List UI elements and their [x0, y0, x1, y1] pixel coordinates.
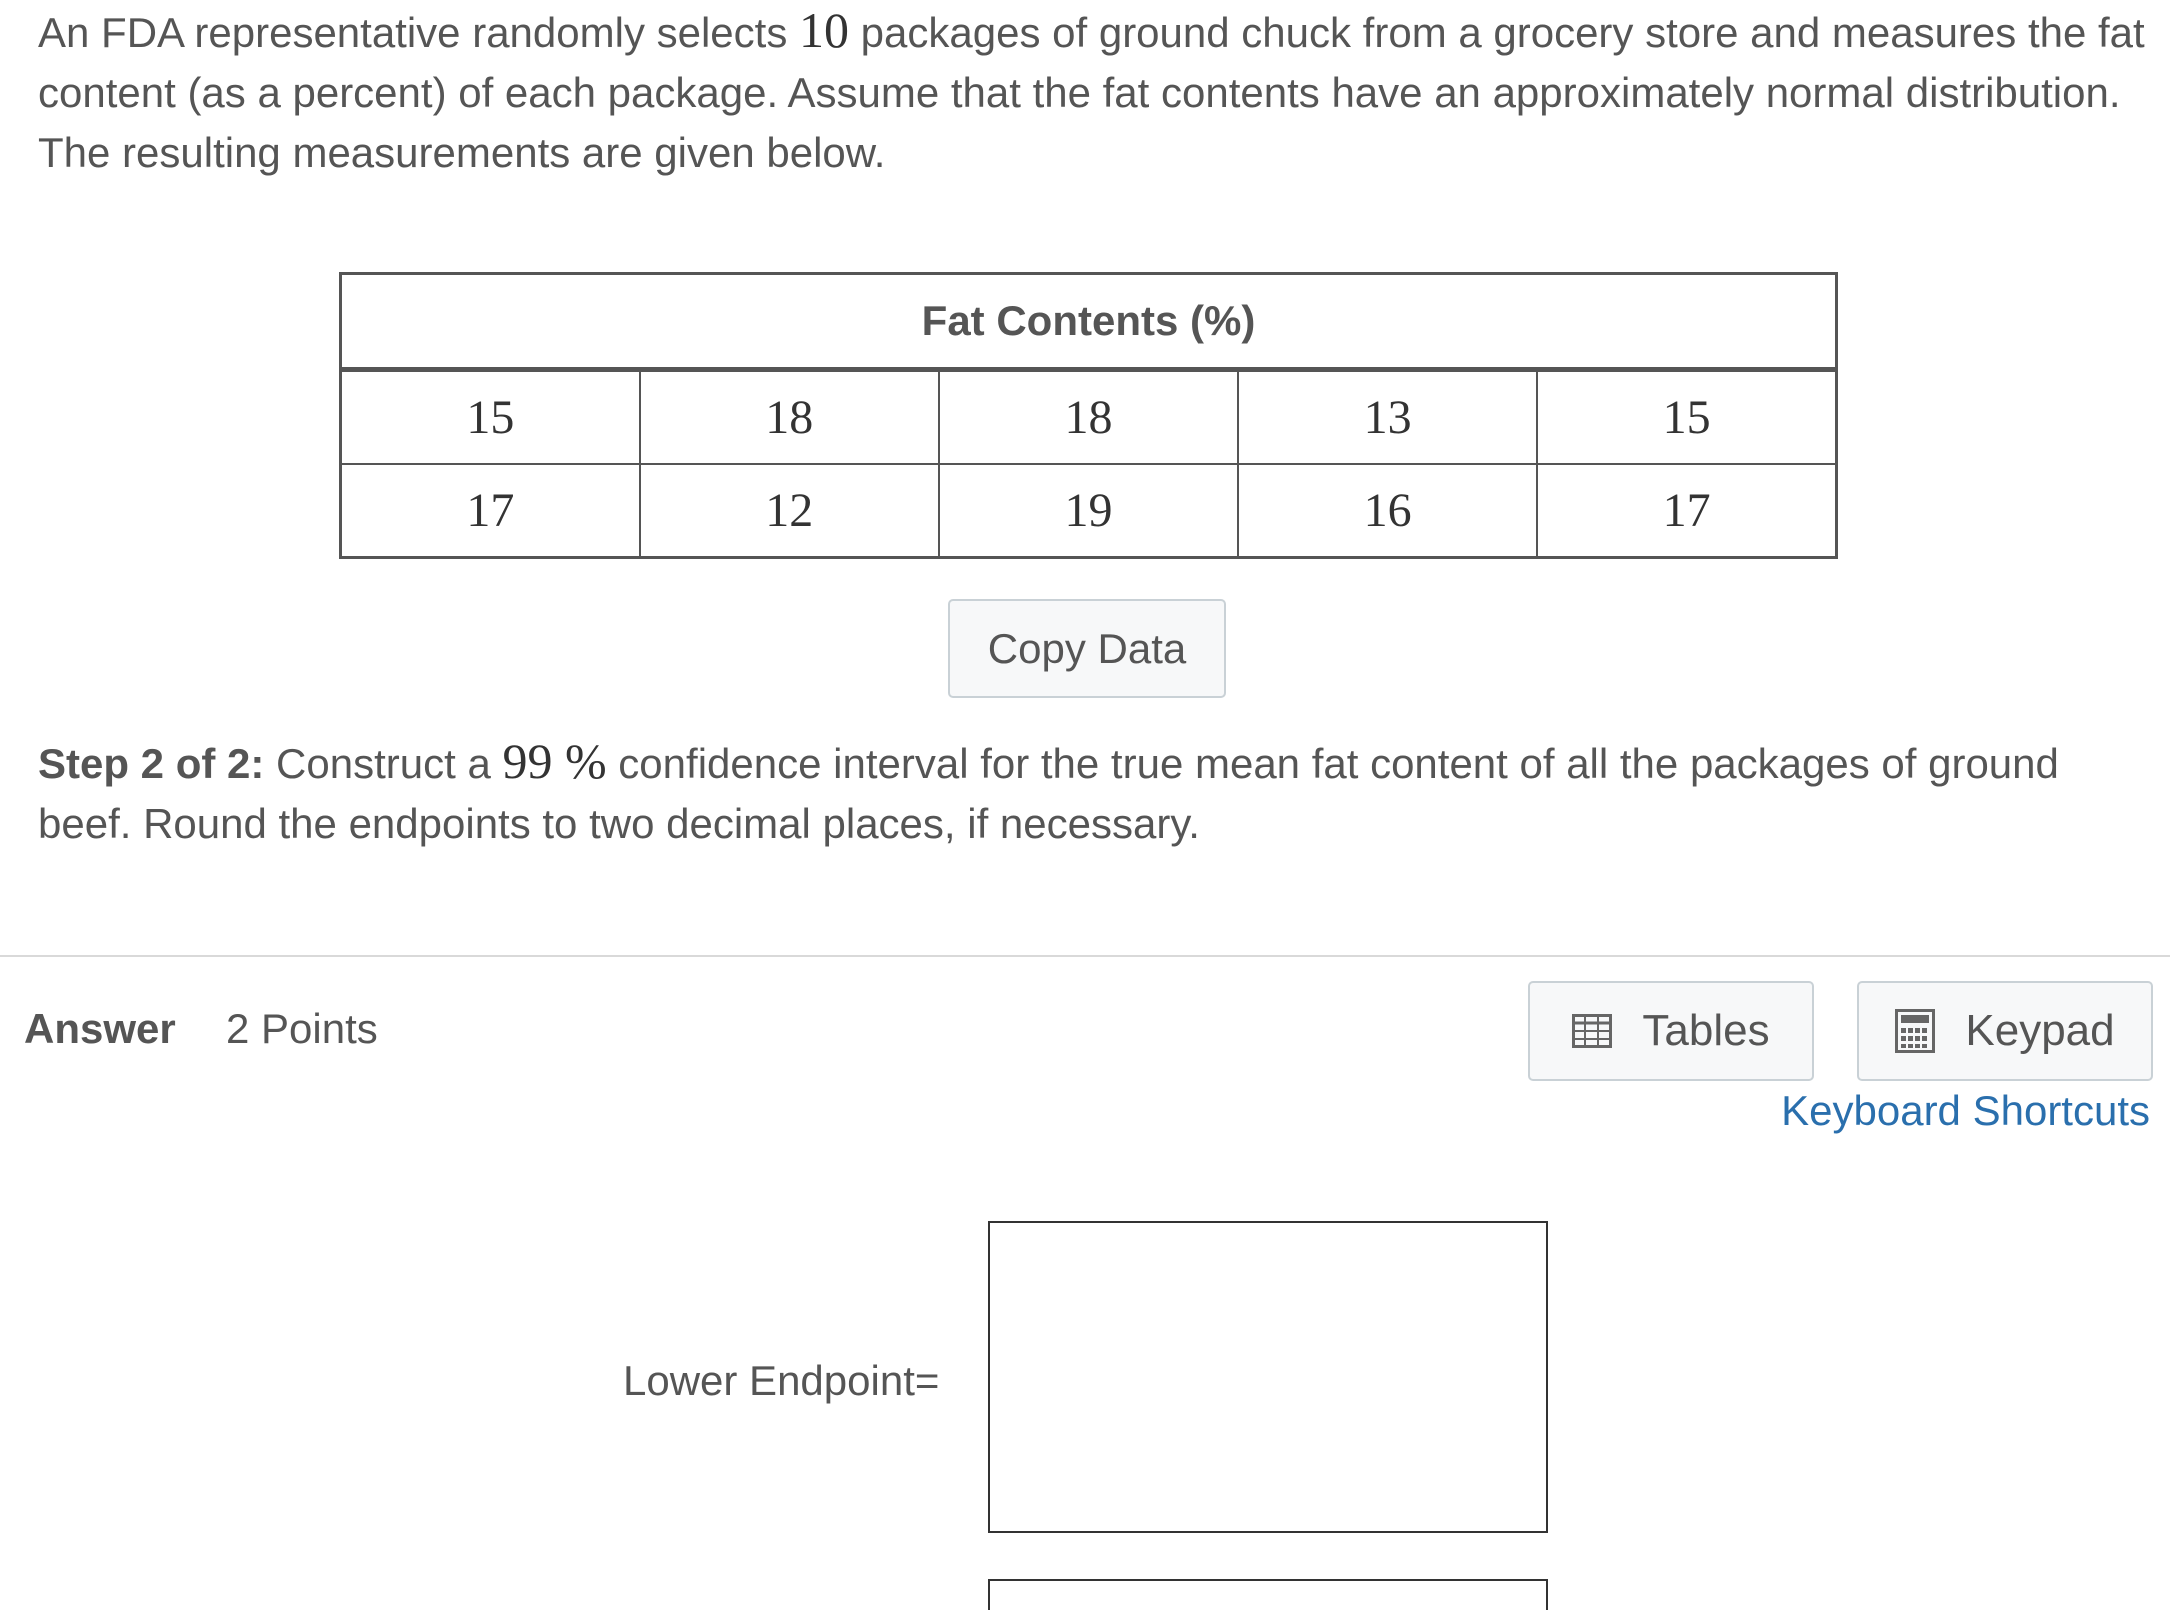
- question-text: An FDA representative randomly selects 1…: [38, 0, 2148, 183]
- table-cell: 12: [638, 463, 940, 559]
- upper-endpoint-input[interactable]: [988, 1579, 1548, 1610]
- copy-data-button[interactable]: Copy Data: [948, 599, 1226, 698]
- fat-contents-table: Fat Contents (%) 15 18 18 13 15 17 12 19…: [339, 272, 1838, 559]
- tables-label: Tables: [1642, 1006, 1770, 1055]
- lower-endpoint-input[interactable]: [988, 1221, 1548, 1533]
- table-cell: 19: [937, 463, 1240, 559]
- table-cell: 15: [1536, 368, 1838, 465]
- table-cell: 18: [638, 368, 940, 465]
- step-label: Step 2 of 2:: [38, 740, 265, 787]
- keypad-button[interactable]: Keypad: [1857, 981, 2153, 1081]
- step-text-before: Construct a: [264, 740, 503, 787]
- table-cell: 13: [1237, 368, 1539, 465]
- calculator-icon: [1895, 1009, 1936, 1053]
- table-cell: 17: [339, 463, 641, 559]
- question-text-before: An FDA representative randomly selects: [38, 9, 800, 56]
- table-grid-icon: [1572, 1014, 1613, 1048]
- table-row: 15 18 18 13 15: [339, 368, 1838, 465]
- table-cell: 16: [1237, 463, 1539, 559]
- keypad-label: Keypad: [1965, 1006, 2115, 1055]
- table-header: Fat Contents (%): [340, 273, 1837, 372]
- answer-label: Answer: [24, 1005, 176, 1052]
- step-instructions: Step 2 of 2: Construct a 99 % confidence…: [38, 731, 2148, 854]
- sample-size: 10: [799, 2, 850, 58]
- table-cell: 17: [1536, 463, 1838, 559]
- table-row: 17 12 19 16 17: [339, 463, 1838, 559]
- lower-endpoint-label: Lower Endpoint=: [623, 1357, 940, 1404]
- confidence-level: 99 %: [502, 733, 607, 789]
- points-label: 2 Points: [226, 1005, 378, 1052]
- tables-button[interactable]: Tables: [1528, 981, 1814, 1081]
- table-cell: 18: [937, 368, 1240, 465]
- keyboard-shortcuts-link[interactable]: Keyboard Shortcuts: [1781, 1087, 2150, 1135]
- table-cell: 15: [339, 368, 641, 465]
- section-divider: [0, 955, 2170, 957]
